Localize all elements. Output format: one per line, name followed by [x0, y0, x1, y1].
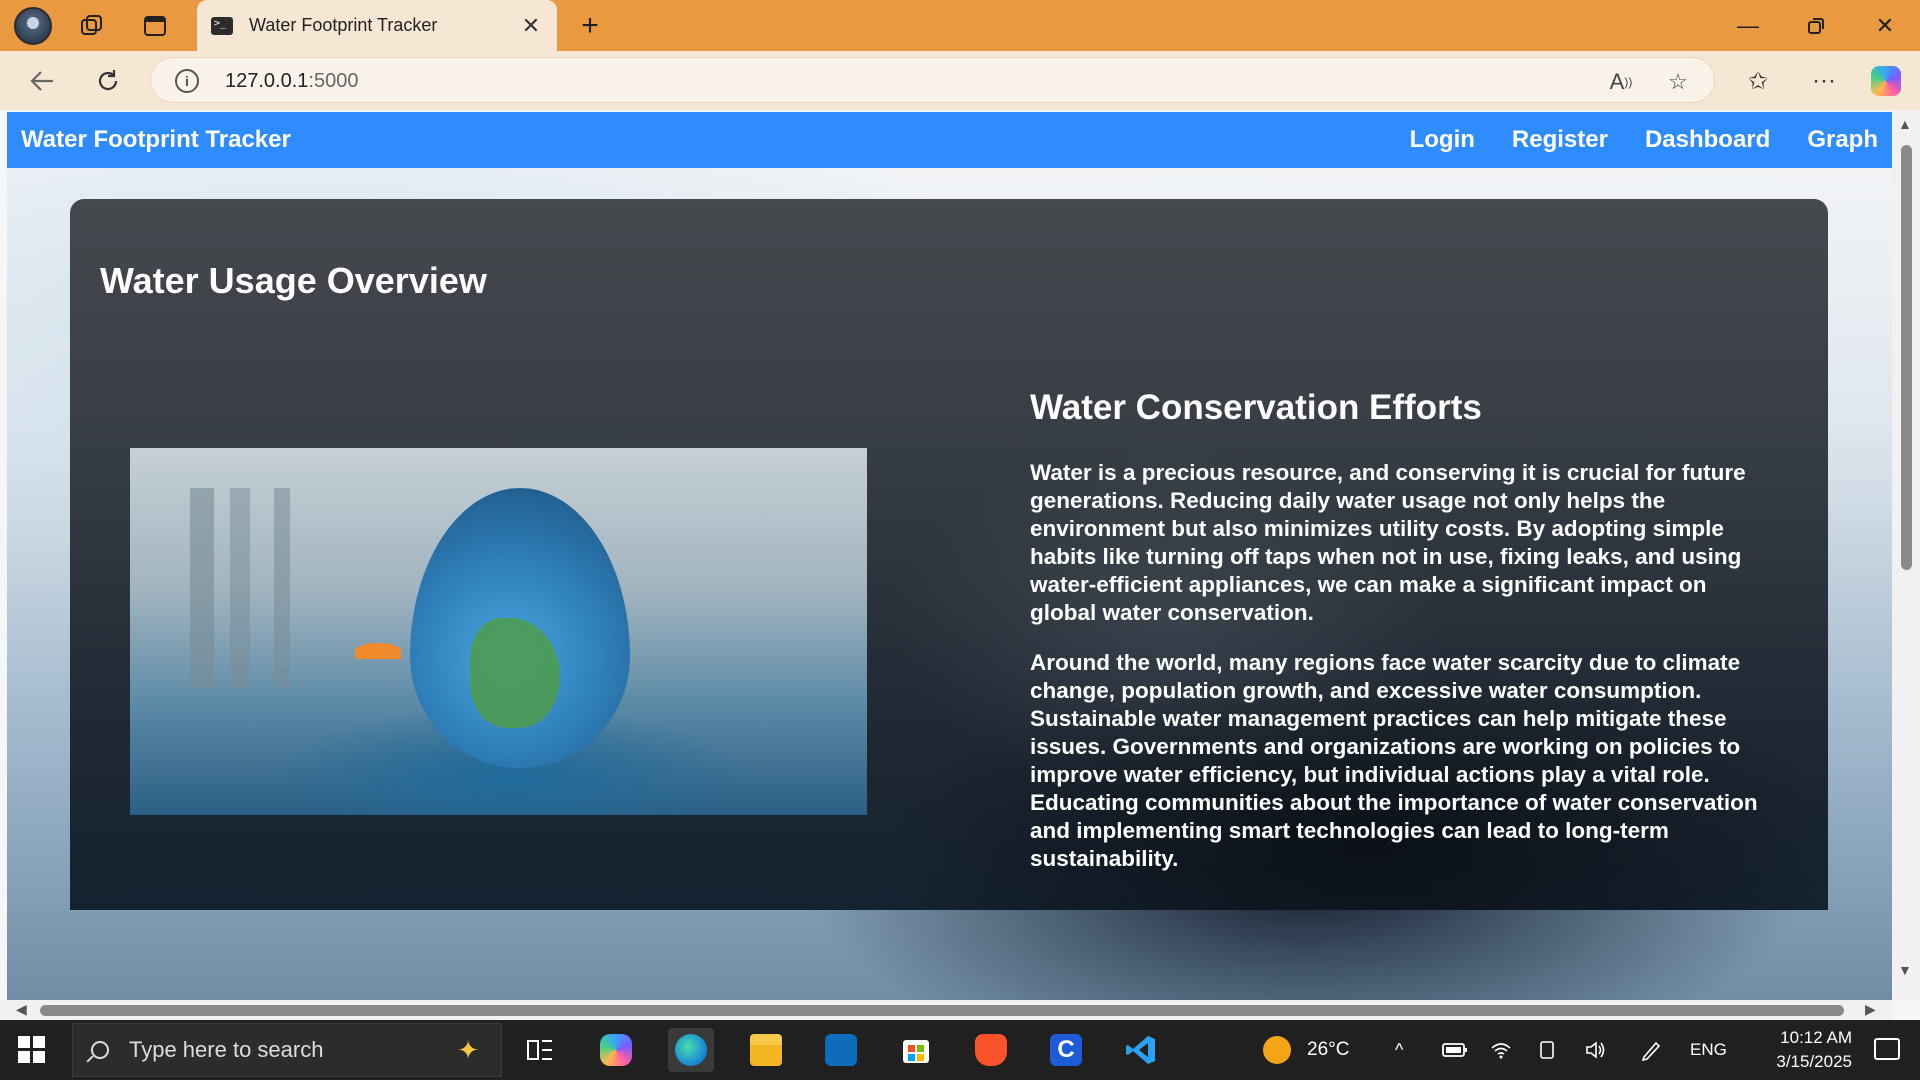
restore-icon[interactable] — [1788, 8, 1844, 44]
workspaces-icon[interactable] — [74, 8, 110, 44]
notifications-icon[interactable] — [1874, 1038, 1900, 1060]
url-host: 127.0.0.1 — [225, 70, 309, 92]
favorite-star-icon[interactable]: ☆ — [1663, 67, 1693, 97]
search-icon — [91, 1041, 109, 1059]
system-clock[interactable]: 10:12 AM 3/15/2025 — [1776, 1026, 1852, 1074]
url-text[interactable]: 127.0.0.1:5000 — [225, 70, 358, 93]
read-aloud-icon[interactable]: A)) — [1606, 67, 1636, 97]
conservation-section: Water Conservation Efforts Water is a pr… — [1030, 388, 1770, 895]
weather-widget[interactable]: 26°C — [1263, 1020, 1349, 1080]
scroll-down-arrow-icon[interactable]: ▼ — [1898, 962, 1912, 978]
nav-graph-link[interactable]: Graph — [1807, 126, 1878, 154]
sun-weather-icon — [1263, 1036, 1291, 1064]
water-earth-image — [130, 448, 867, 815]
address-bar[interactable]: i 127.0.0.1:5000 A)) ☆ — [150, 57, 1715, 103]
site-navbar: Water Footprint Tracker Login Register D… — [7, 112, 1892, 168]
new-tab-icon[interactable]: + — [572, 8, 608, 44]
back-icon[interactable] — [22, 63, 62, 99]
copilot-icon[interactable] — [1871, 66, 1901, 96]
search-placeholder: Type here to search — [129, 1037, 324, 1062]
close-tab-icon[interactable]: ✕ — [519, 13, 543, 39]
outlook-icon[interactable] — [818, 1028, 864, 1072]
vertical-scroll-thumb[interactable] — [1901, 145, 1912, 570]
paragraph-1: Water is a precious resource, and conser… — [1030, 460, 1746, 625]
clock-date: 3/15/2025 — [1776, 1052, 1852, 1071]
active-tab[interactable]: Water Footprint Tracker ✕ — [197, 0, 557, 51]
terminal-favicon-icon — [211, 16, 233, 35]
wifi-icon[interactable] — [1490, 1020, 1512, 1080]
file-explorer-icon[interactable] — [743, 1028, 789, 1072]
url-port: :5000 — [308, 70, 359, 92]
nav-login-link[interactable]: Login — [1410, 126, 1475, 154]
device-icon[interactable] — [1538, 1020, 1556, 1080]
nav-links: Login Register Dashboard Graph — [1373, 126, 1878, 154]
browser-tab-bar: Water Footprint Tracker ✕ + — ✕ — [0, 0, 1920, 51]
vertical-tabs-icon[interactable] — [137, 8, 173, 44]
address-toolbar: i 127.0.0.1:5000 A)) ☆ ✩ ··· — [0, 51, 1920, 110]
brave-browser-icon[interactable] — [968, 1028, 1014, 1072]
horizontal-scrollbar[interactable]: ◀ ▶ — [0, 1000, 1892, 1020]
more-menu-icon[interactable]: ··· — [1804, 63, 1844, 99]
vertical-scrollbar[interactable]: ▲ ▼ — [1892, 110, 1920, 1000]
windows-taskbar: Type here to search ✦ C 26°C ^ ENG 10:12… — [0, 1020, 1920, 1080]
tab-title: Water Footprint Tracker — [249, 15, 438, 35]
scroll-right-arrow-icon[interactable]: ▶ — [1865, 1001, 1876, 1018]
scroll-left-arrow-icon[interactable]: ◀ — [16, 1001, 27, 1018]
pen-icon[interactable] — [1640, 1020, 1662, 1080]
copilot-sparkle-icon: ✦ — [457, 1034, 479, 1065]
microsoft-store-icon[interactable] — [893, 1028, 939, 1072]
battery-icon[interactable] — [1442, 1020, 1468, 1080]
site-info-icon[interactable]: i — [175, 69, 199, 93]
copilot-app-icon[interactable] — [593, 1028, 639, 1072]
section-heading: Water Conservation Efforts — [1030, 388, 1482, 427]
favorites-icon[interactable]: ✩ — [1738, 63, 1778, 99]
language-indicator[interactable]: ENG — [1690, 1020, 1727, 1080]
taskbar-search-box[interactable]: Type here to search ✦ — [72, 1023, 502, 1077]
profile-avatar[interactable] — [14, 7, 52, 45]
nav-register-link[interactable]: Register — [1512, 126, 1608, 154]
clock-time: 10:12 AM — [1780, 1028, 1852, 1047]
site-brand[interactable]: Water Footprint Tracker — [21, 126, 1373, 154]
task-view-icon[interactable] — [517, 1028, 563, 1072]
umbrella-art — [355, 643, 401, 659]
temperature: 26°C — [1307, 1039, 1350, 1060]
edge-browser-icon[interactable] — [668, 1028, 714, 1072]
refresh-icon[interactable] — [88, 63, 128, 99]
nav-dashboard-link[interactable]: Dashboard — [1645, 126, 1770, 154]
card-title: Water Usage Overview — [100, 260, 487, 301]
scroll-up-arrow-icon[interactable]: ▲ — [1898, 116, 1912, 132]
horizontal-scroll-thumb[interactable] — [40, 1005, 1844, 1016]
app-c-icon[interactable]: C — [1043, 1028, 1089, 1072]
windows-start-icon[interactable] — [18, 1036, 46, 1064]
minimize-icon[interactable]: — — [1720, 8, 1776, 44]
close-window-icon[interactable]: ✕ — [1857, 8, 1913, 44]
volume-icon[interactable] — [1585, 1020, 1607, 1080]
page-viewport: Water Footprint Tracker Login Register D… — [0, 110, 1920, 1020]
tray-overflow-icon[interactable]: ^ — [1395, 1020, 1403, 1080]
vscode-icon[interactable] — [1118, 1028, 1164, 1072]
paragraph-2: Around the world, many regions face wate… — [1030, 650, 1758, 871]
